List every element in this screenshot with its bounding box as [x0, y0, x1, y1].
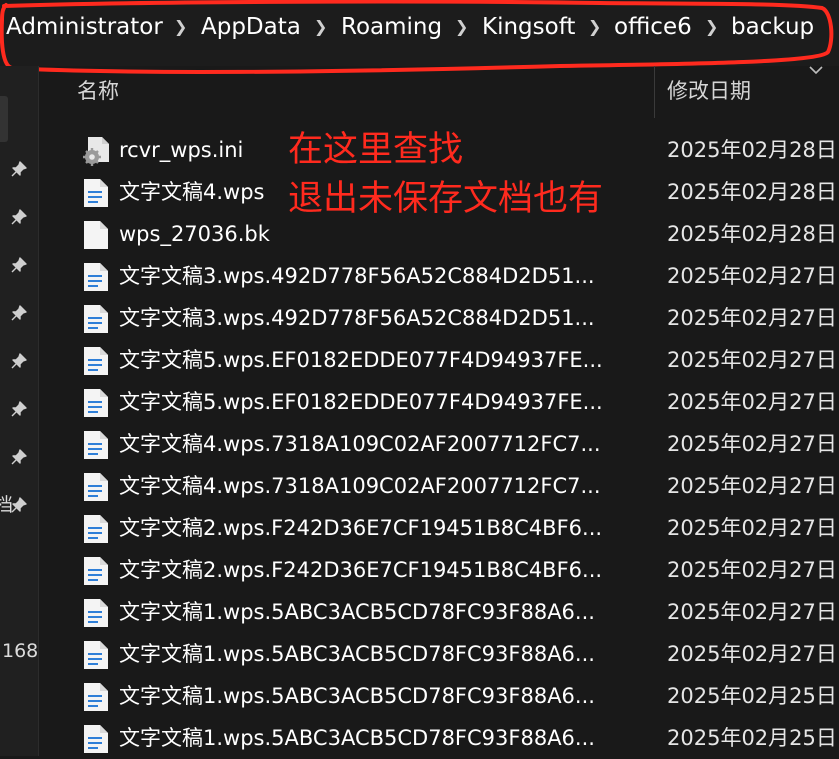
file-name[interactable]: 文字文稿5.wps.EF0182EDDE077F4D94937FE... — [119, 345, 603, 375]
address-bar[interactable]: Administrator ❯ AppData ❯ Roaming ❯ King… — [0, 0, 839, 66]
column-header-name[interactable]: 名称 — [77, 76, 119, 106]
document-icon — [82, 514, 110, 544]
file-date-modified: 2025年02月28日 — [667, 222, 837, 246]
file-name[interactable]: wps_27036.bk — [119, 219, 270, 249]
file-name[interactable]: 文字文稿2.wps.F242D36E7CF19451B8C4BF6... — [119, 513, 602, 543]
blank-file-icon — [82, 220, 110, 250]
file-date-modified: 2025年02月28日 — [667, 138, 837, 162]
file-row[interactable]: 文字文稿1.wps.5ABC3ACB5CD78FC93F88A6... 2025年… — [44, 633, 839, 675]
file-date-modified: 2025年02月27日 — [667, 642, 837, 666]
file-row[interactable]: 文字文稿3.wps.492D778F56A52C884D2D51... 2025年… — [44, 297, 839, 339]
breadcrumb-office6[interactable]: office6 — [614, 10, 692, 44]
file-name[interactable]: 文字文稿1.wps.5ABC3ACB5CD78FC93F88A6... — [119, 639, 595, 669]
chevron-down-icon[interactable] — [808, 64, 824, 76]
chevron-right-icon[interactable]: ❯ — [314, 10, 327, 44]
file-row[interactable]: 文字文稿2.wps.F242D36E7CF19451B8C4BF6... 2025… — [44, 507, 839, 549]
file-date-modified: 2025年02月27日 — [667, 348, 837, 372]
column-divider[interactable] — [654, 66, 655, 118]
file-date-modified: 2025年02月25日 — [667, 684, 837, 708]
file-date-modified: 2025年02月27日 — [667, 264, 837, 288]
file-name[interactable]: 文字文稿1.wps.5ABC3ACB5CD78FC93F88A6... — [119, 723, 595, 753]
document-icon — [82, 178, 110, 208]
chevron-right-icon[interactable]: ❯ — [705, 10, 718, 44]
breadcrumb-roaming[interactable]: Roaming — [341, 10, 442, 44]
file-name[interactable]: 文字文稿3.wps.492D778F56A52C884D2D51... — [119, 303, 595, 333]
file-row[interactable]: 文字文稿1.wps.5ABC3ACB5CD78FC93F88A6... 2025年… — [44, 717, 839, 759]
document-icon — [82, 556, 110, 586]
pin-icon[interactable] — [10, 352, 28, 370]
document-icon — [82, 598, 110, 628]
pin-icon[interactable] — [10, 256, 28, 274]
document-icon — [82, 640, 110, 670]
column-header-date-modified[interactable]: 修改日期 — [667, 76, 751, 106]
file-name[interactable]: 文字文稿3.wps.492D778F56A52C884D2D51... — [119, 261, 595, 291]
pin-icon[interactable] — [10, 304, 28, 322]
file-name[interactable]: 文字文稿1.wps.5ABC3ACB5CD78FC93F88A6... — [119, 597, 595, 627]
file-row[interactable]: 文字文稿4.wps.7318A109C02AF2007712FC7... 2025… — [44, 423, 839, 465]
file-name[interactable]: 文字文稿5.wps.EF0182EDDE077F4D94937FE... — [119, 387, 603, 417]
annotation-text: 退出未保存文档也有 — [288, 179, 604, 219]
file-name[interactable]: 文字文稿4.wps.7318A109C02AF2007712FC7... — [119, 471, 601, 501]
pin-icon[interactable] — [10, 448, 28, 466]
settings-file-icon — [82, 136, 110, 166]
document-icon — [82, 682, 110, 712]
file-row[interactable]: 文字文稿1.wps.5ABC3ACB5CD78FC93F88A6... 2025年… — [44, 675, 839, 717]
file-name[interactable]: rcvr_wps.ini — [119, 135, 243, 165]
file-date-modified: 2025年02月25日 — [667, 726, 837, 750]
breadcrumb-administrator[interactable]: Administrator — [6, 10, 163, 44]
file-name[interactable]: 文字文稿1.wps.5ABC3ACB5CD78FC93F88A6... — [119, 681, 595, 711]
breadcrumb-appdata[interactable]: AppData — [201, 10, 301, 44]
file-date-modified: 2025年02月27日 — [667, 432, 837, 456]
document-icon — [82, 262, 110, 292]
file-row[interactable]: 文字文稿2.wps.F242D36E7CF19451B8C4BF6... 2025… — [44, 549, 839, 591]
chevron-right-icon[interactable]: ❯ — [455, 10, 468, 44]
chevron-right-icon[interactable]: ❯ — [174, 10, 187, 44]
file-date-modified: 2025年02月27日 — [667, 516, 837, 540]
file-row[interactable]: 文字文稿5.wps.EF0182EDDE077F4D94937FE... 2025… — [44, 339, 839, 381]
document-icon — [82, 472, 110, 502]
pin-icon[interactable] — [10, 400, 28, 418]
file-date-modified: 2025年02月27日 — [667, 474, 837, 498]
file-name[interactable]: 文字文稿4.wps — [119, 177, 264, 207]
annotation-text: 在这里查找 — [288, 130, 464, 170]
file-date-modified: 2025年02月27日 — [667, 600, 837, 624]
file-row[interactable]: 文字文稿3.wps.492D778F56A52C884D2D51... 2025年… — [44, 255, 839, 297]
document-icon — [82, 346, 110, 376]
file-name[interactable]: 文字文稿4.wps.7318A109C02AF2007712FC7... — [119, 429, 601, 459]
file-row[interactable]: 文字文稿4.wps.7318A109C02AF2007712FC7... 2025… — [44, 465, 839, 507]
file-date-modified: 2025年02月27日 — [667, 390, 837, 414]
file-row[interactable]: 文字文稿1.wps.5ABC3ACB5CD78FC93F88A6... 2025年… — [44, 591, 839, 633]
document-icon — [82, 430, 110, 460]
breadcrumb-kingsoft[interactable]: Kingsoft — [482, 10, 575, 44]
file-date-modified: 2025年02月28日 — [667, 180, 837, 204]
pin-icon[interactable] — [10, 208, 28, 226]
document-icon — [82, 304, 110, 334]
nav-selected-indicator — [0, 96, 8, 142]
file-name[interactable]: 文字文稿2.wps.F242D36E7CF19451B8C4BF6... — [119, 555, 602, 585]
file-date-modified: 2025年02月27日 — [667, 306, 837, 330]
document-icon — [82, 724, 110, 754]
pin-icon[interactable] — [10, 160, 28, 178]
nav-item-label-fragment[interactable]: 168 — [2, 640, 38, 662]
file-date-modified: 2025年02月27日 — [667, 558, 837, 582]
nav-item-label-fragment[interactable]: 档 — [0, 494, 13, 516]
breadcrumb-backup[interactable]: backup — [731, 10, 814, 44]
chevron-right-icon[interactable]: ❯ — [588, 10, 601, 44]
document-icon — [82, 388, 110, 418]
file-row[interactable]: 文字文稿5.wps.EF0182EDDE077F4D94937FE... 2025… — [44, 381, 839, 423]
